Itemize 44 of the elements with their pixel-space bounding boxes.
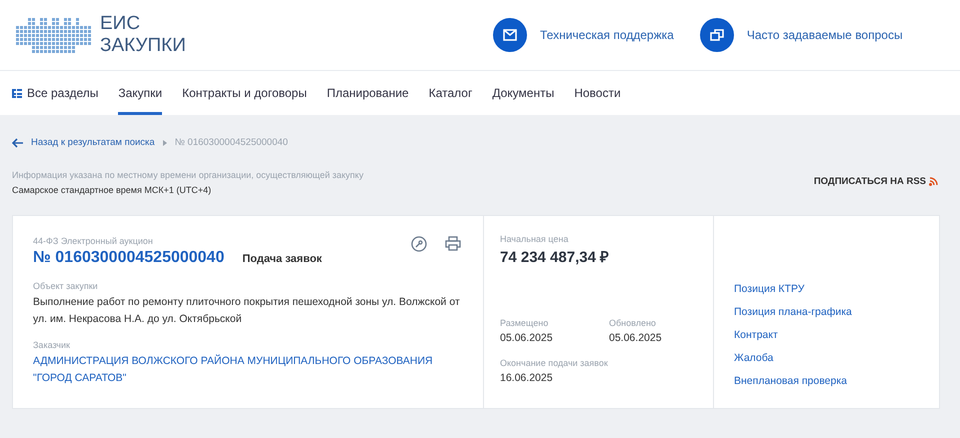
sections-icon bbox=[12, 88, 23, 98]
initial-price: 74 234 487,34 ₽ bbox=[500, 248, 610, 266]
envelope-icon bbox=[493, 18, 527, 52]
date-value: 05.06.2025 bbox=[609, 332, 663, 344]
timezone-note: Информация указана по местному времени организации, осуществляющей закупку bbox=[12, 170, 364, 180]
back-link[interactable]: Назад к результатам поиска bbox=[12, 137, 155, 148]
key-icon[interactable] bbox=[411, 236, 427, 252]
breadcrumb-current: № 0160300004525000040 bbox=[174, 137, 288, 148]
timezone-value: Самарское стандартное время МСК+1 (UTC+4) bbox=[12, 185, 212, 195]
print-icon[interactable] bbox=[445, 236, 461, 252]
rss-link[interactable]: ПОДПИСАТЬСЯ НА RSS bbox=[814, 176, 938, 187]
windows-icon bbox=[700, 18, 734, 52]
purchase-object: Выполнение работ по ремонту плиточного покрытия пешеходной зоны ул. Волжской от ул. им. Некрасова Н.А. до ул. Октябрьской bbox=[33, 295, 461, 327]
field-label: Обновлено bbox=[609, 318, 657, 328]
purchase-number: № 0160300004525000040 bbox=[33, 249, 224, 267]
related-link[interactable]: Контракт bbox=[734, 324, 919, 347]
nav-tab[interactable]: Каталог bbox=[428, 71, 472, 115]
nav-tab[interactable]: Закупки bbox=[118, 71, 162, 115]
date-value: 16.06.2025 bbox=[500, 372, 554, 384]
field-label: Окончание подачи заявок bbox=[500, 358, 609, 368]
rss-icon bbox=[929, 177, 938, 186]
logo-text: ЗАКУПКИ bbox=[100, 35, 186, 57]
field-label: Размещено bbox=[500, 318, 550, 328]
field-label: Начальная цена bbox=[500, 234, 570, 244]
nav-tab[interactable]: Новости bbox=[574, 71, 621, 115]
nav-tab[interactable]: Планирование bbox=[326, 71, 409, 115]
header-link[interactable]: Техническая поддержка bbox=[493, 18, 674, 52]
date-value: 05.06.2025 bbox=[500, 332, 554, 344]
purchase-type: 44-ФЗ Электронный аукцион bbox=[33, 236, 153, 248]
related-link[interactable]: Позиция плана-графика bbox=[734, 301, 919, 324]
related-link[interactable]: Позиция КТРУ bbox=[734, 278, 919, 301]
related-link[interactable]: Жалоба bbox=[734, 347, 919, 370]
arrow-left-icon bbox=[12, 138, 24, 148]
nav-tab[interactable]: Документы bbox=[492, 71, 554, 115]
chevron-icon bbox=[162, 140, 167, 146]
all-sections-link[interactable]: Все разделы bbox=[12, 71, 98, 115]
field-label: Объект закупки bbox=[33, 281, 99, 291]
header-link[interactable]: Часто задаваемые вопросы bbox=[700, 18, 903, 52]
purchase-stage: Подача заявок bbox=[242, 253, 322, 265]
related-link[interactable]: Внеплановая проверка bbox=[734, 370, 919, 393]
logo-text: ЕИС bbox=[100, 13, 142, 35]
field-label: Заказчик bbox=[33, 340, 71, 350]
customer-link[interactable]: АДМИНИСТРАЦИЯ ВОЛЖСКОГО РАЙОНА МУНИЦИПАЛЬНОГО ОБРАЗОВАНИЯ "ГОРОД САРАТОВ" bbox=[33, 353, 463, 387]
nav-tab[interactable]: Контракты и договоры bbox=[182, 71, 307, 115]
